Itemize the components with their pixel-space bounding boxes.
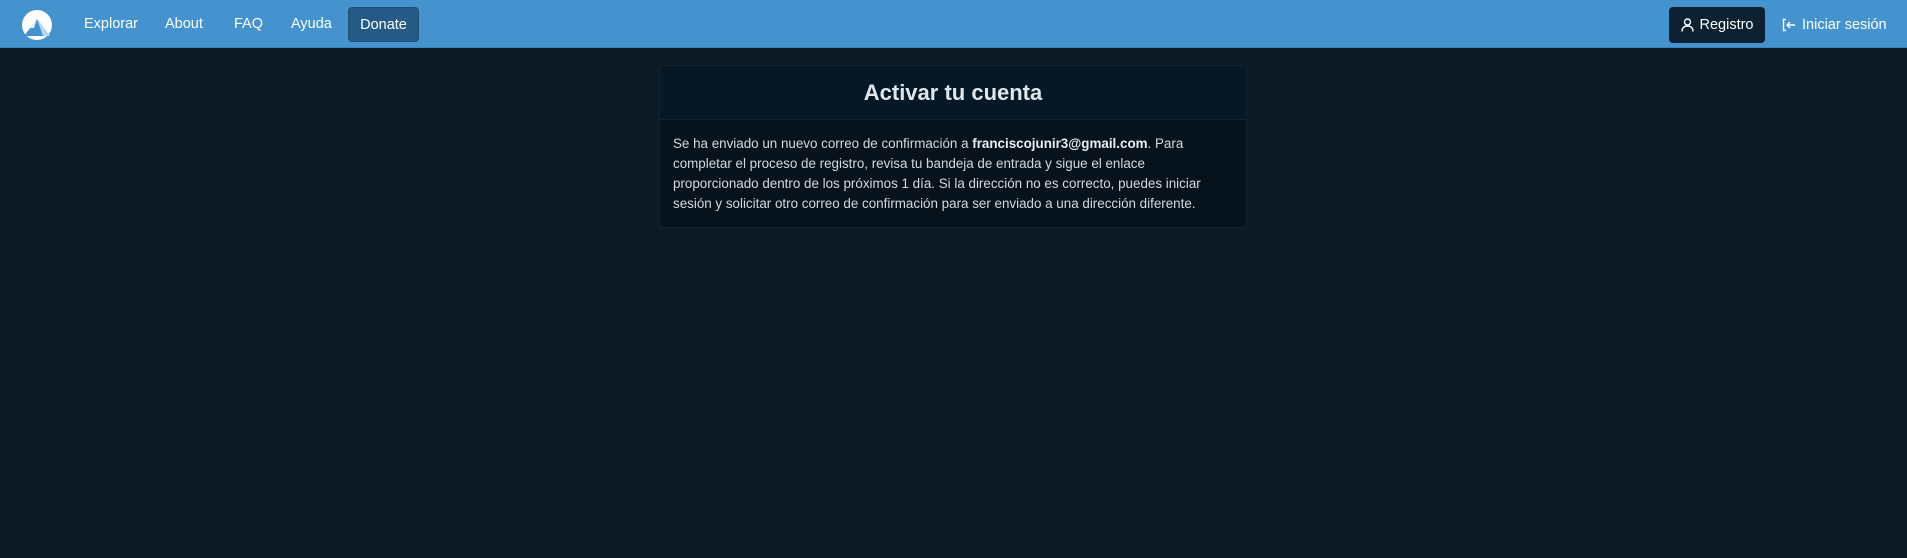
card-body: Se ha enviado un nuevo correo de confirm…: [660, 120, 1246, 227]
login-button[interactable]: Iniciar sesión: [1782, 7, 1887, 43]
user-icon: [1680, 18, 1694, 32]
mountain-logo-icon[interactable]: [21, 9, 53, 41]
page-title: Activar tu cuenta: [863, 79, 1043, 105]
register-button[interactable]: Registro: [1669, 7, 1765, 43]
activation-card: Activar tu cuenta Se ha enviado un nuevo…: [659, 65, 1247, 228]
card-header: Activar tu cuenta: [660, 66, 1246, 120]
nav-explorar-link[interactable]: Explorar: [84, 7, 138, 42]
top-navbar: Explorar About FAQ Ayuda Donate Registro…: [0, 0, 1907, 48]
register-label: Registro: [1699, 17, 1754, 33]
nav-ayuda-link[interactable]: Ayuda: [291, 7, 332, 42]
nav-faq-link[interactable]: FAQ: [234, 7, 263, 42]
confirmation-message: Se ha enviado un nuevo correo de confirm…: [673, 134, 1233, 214]
login-label: Iniciar sesión: [1802, 17, 1887, 33]
email-address: franciscojunir3@gmail.com: [972, 136, 1148, 151]
nav-about-link[interactable]: About: [165, 7, 203, 42]
donate-button[interactable]: Donate: [348, 7, 419, 42]
message-text-before: Se ha enviado un nuevo correo de confirm…: [673, 136, 973, 151]
sign-in-icon: [1782, 18, 1796, 32]
